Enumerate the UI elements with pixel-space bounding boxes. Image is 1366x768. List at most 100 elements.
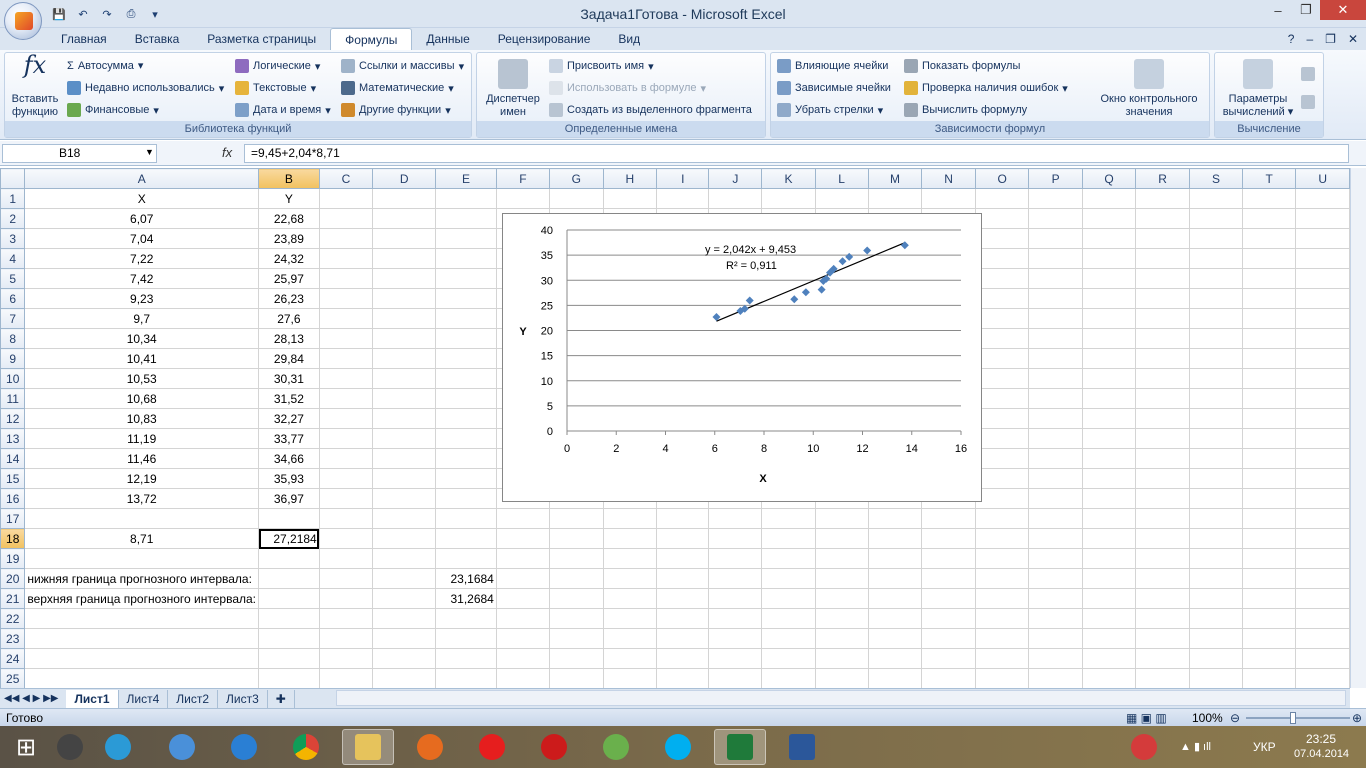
cell[interactable] <box>1135 548 1190 569</box>
cell[interactable] <box>974 588 1030 609</box>
cell[interactable] <box>1028 548 1083 569</box>
cell[interactable] <box>372 648 437 669</box>
cell[interactable]: 22,68 <box>258 208 320 229</box>
zoom-slider-thumb[interactable] <box>1290 712 1296 724</box>
cell[interactable] <box>1028 188 1083 209</box>
cell[interactable] <box>372 668 437 688</box>
cell[interactable] <box>1028 228 1083 249</box>
cell[interactable] <box>435 428 497 449</box>
cell[interactable] <box>602 568 658 589</box>
cell[interactable] <box>974 288 1030 309</box>
cell[interactable] <box>318 408 374 429</box>
cell[interactable] <box>1135 488 1190 509</box>
recent-functions-button[interactable]: Недавно использовались ▾ <box>67 81 224 95</box>
cell[interactable] <box>1242 368 1297 389</box>
tab-page-layout[interactable]: Разметка страницы <box>193 28 330 50</box>
cell[interactable] <box>1242 288 1297 309</box>
cell[interactable] <box>1295 508 1350 529</box>
tab-data[interactable]: Данные <box>412 28 483 50</box>
cell[interactable] <box>761 548 816 569</box>
cell[interactable] <box>549 668 604 688</box>
row-header[interactable]: 7 <box>0 308 26 329</box>
row-header[interactable]: 25 <box>0 668 26 688</box>
cell[interactable]: 10,68 <box>24 388 260 409</box>
cell[interactable] <box>435 528 497 549</box>
cell[interactable] <box>549 648 604 669</box>
cell[interactable] <box>974 428 1030 449</box>
cell[interactable] <box>1081 328 1137 349</box>
cell[interactable] <box>1295 268 1350 289</box>
cell[interactable] <box>1028 508 1083 529</box>
row-header[interactable]: 20 <box>0 568 26 589</box>
row-header[interactable]: 8 <box>0 328 26 349</box>
language-indicator[interactable]: УКР <box>1253 740 1276 754</box>
cell[interactable] <box>602 668 658 688</box>
cell[interactable] <box>1188 208 1244 229</box>
datetime-functions-button[interactable]: Дата и время ▾ <box>235 103 331 117</box>
row-header[interactable]: 23 <box>0 628 26 649</box>
cell[interactable] <box>1295 568 1350 589</box>
cell[interactable] <box>1188 528 1244 549</box>
cell[interactable] <box>372 408 437 429</box>
cell[interactable] <box>372 208 437 229</box>
taskbar-excel[interactable] <box>714 729 766 765</box>
cell[interactable] <box>1188 408 1244 429</box>
sheet-tab-1[interactable]: Лист1 <box>66 689 119 708</box>
cell[interactable] <box>1135 648 1190 669</box>
cell[interactable] <box>974 448 1030 469</box>
sheet-tab-4[interactable]: Лист4 <box>119 689 169 708</box>
row-header[interactable]: 12 <box>0 408 26 429</box>
cell[interactable] <box>867 648 923 669</box>
cell[interactable] <box>435 368 497 389</box>
cell[interactable] <box>1188 488 1244 509</box>
cell[interactable] <box>1242 228 1297 249</box>
cell[interactable] <box>1295 188 1350 209</box>
cell[interactable] <box>814 628 869 649</box>
column-header[interactable]: R <box>1135 168 1190 189</box>
cell[interactable] <box>318 448 374 469</box>
cell[interactable] <box>1135 508 1190 529</box>
cell[interactable] <box>495 188 551 209</box>
cell[interactable] <box>318 248 374 269</box>
cell[interactable] <box>1081 548 1137 569</box>
cell[interactable] <box>435 668 497 688</box>
cell[interactable] <box>761 188 816 209</box>
fx-button[interactable]: fx <box>222 145 232 160</box>
cell[interactable] <box>318 268 374 289</box>
cell[interactable] <box>1188 628 1244 649</box>
cell[interactable]: X <box>24 188 260 209</box>
cell[interactable] <box>1188 668 1244 688</box>
cell[interactable] <box>814 528 869 549</box>
cell[interactable] <box>974 208 1030 229</box>
cell[interactable] <box>656 648 710 669</box>
cell[interactable] <box>974 228 1030 249</box>
other-functions-button[interactable]: Другие функции ▾ <box>341 103 451 117</box>
column-header[interactable]: B <box>258 168 320 189</box>
cell[interactable]: 30,31 <box>258 368 320 389</box>
row-header[interactable]: 17 <box>0 508 26 529</box>
cell[interactable] <box>1081 368 1137 389</box>
cell[interactable]: 7,22 <box>24 248 260 269</box>
cell[interactable] <box>1028 628 1083 649</box>
taskbar-ie[interactable] <box>218 729 270 765</box>
cell[interactable] <box>974 568 1030 589</box>
cell[interactable] <box>318 508 374 529</box>
cell[interactable]: верхняя граница прогнозного интервала: <box>24 588 260 609</box>
use-in-formula-button[interactable]: Использовать в формуле ▾ <box>549 81 706 95</box>
taskbar-explorer[interactable] <box>342 729 394 765</box>
cell[interactable] <box>708 648 763 669</box>
cell[interactable]: 35,93 <box>258 468 320 489</box>
cell[interactable] <box>1028 428 1083 449</box>
calc-options-button[interactable]: Параметры вычислений ▾ <box>1217 59 1299 119</box>
cell[interactable] <box>1188 468 1244 489</box>
cell[interactable] <box>602 508 658 529</box>
cell[interactable] <box>1081 488 1137 509</box>
column-header[interactable]: E <box>435 168 497 189</box>
cell[interactable]: 25,97 <box>258 268 320 289</box>
cell[interactable] <box>435 208 497 229</box>
cell[interactable] <box>1295 628 1350 649</box>
cell[interactable] <box>1028 268 1083 289</box>
cell[interactable] <box>1135 248 1190 269</box>
cell[interactable] <box>24 628 260 649</box>
cell[interactable] <box>258 548 320 569</box>
